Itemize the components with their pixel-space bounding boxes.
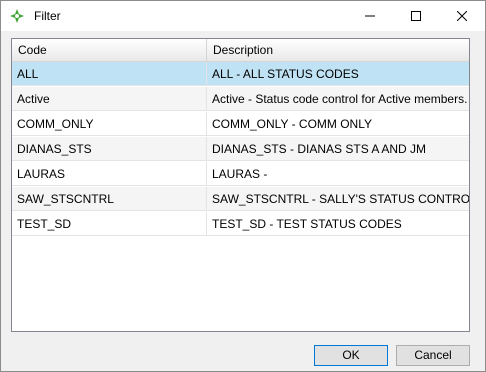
close-button[interactable] <box>439 1 485 31</box>
table-row[interactable]: DIANAS_STS DIANAS_STS - DIANAS STS A AND… <box>12 137 469 161</box>
row-description: ALL - ALL STATUS CODES <box>212 67 359 81</box>
grid-header: Code Description <box>12 39 469 62</box>
row-code: LAURAS <box>12 162 207 186</box>
minimize-icon <box>365 15 375 17</box>
row-code: ALL <box>12 62 207 86</box>
table-row[interactable]: SAW_STSCNTRL SAW_STSCNTRL - SALLY'S STAT… <box>12 187 469 211</box>
row-code: SAW_STSCNTRL <box>12 187 207 211</box>
cancel-button[interactable]: Cancel <box>396 345 470 366</box>
filter-dialog: Filter Code Description ALL ALL - ALL ST… <box>0 0 486 372</box>
window-title: Filter <box>34 9 61 23</box>
table-row[interactable]: Active Active - Status code control for … <box>12 87 469 111</box>
table-row[interactable]: TEST_SD TEST_SD - TEST STATUS CODES <box>12 212 469 236</box>
maximize-icon <box>411 11 421 21</box>
column-header-code[interactable]: Code <box>12 39 207 61</box>
row-description: SAW_STSCNTRL - SALLY'S STATUS CONTROL <box>212 192 469 206</box>
status-code-grid[interactable]: Code Description ALL ALL - ALL STATUS CO… <box>11 38 470 332</box>
ok-button[interactable]: OK <box>314 345 388 366</box>
row-code: COMM_ONLY <box>12 112 207 136</box>
row-code: TEST_SD <box>12 212 207 236</box>
column-header-description[interactable]: Description <box>207 39 469 61</box>
table-row[interactable]: ALL ALL - ALL STATUS CODES <box>12 62 469 86</box>
title-bar[interactable]: Filter <box>1 1 485 31</box>
app-diamond-icon <box>10 9 24 23</box>
row-description: LAURAS - <box>212 167 268 181</box>
row-description: Active - Status code control for Active … <box>212 92 468 106</box>
row-code: DIANAS_STS <box>12 137 207 161</box>
row-code: Active <box>12 87 207 111</box>
row-description: TEST_SD - TEST STATUS CODES <box>212 217 402 231</box>
maximize-button[interactable] <box>393 1 439 31</box>
close-icon <box>457 11 467 21</box>
row-description: DIANAS_STS - DIANAS STS A AND JM <box>212 142 427 156</box>
minimize-button[interactable] <box>347 1 393 31</box>
table-row[interactable]: LAURAS LAURAS - <box>12 162 469 186</box>
row-description: COMM_ONLY - COMM ONLY <box>212 117 373 131</box>
table-row[interactable]: COMM_ONLY COMM_ONLY - COMM ONLY <box>12 112 469 136</box>
